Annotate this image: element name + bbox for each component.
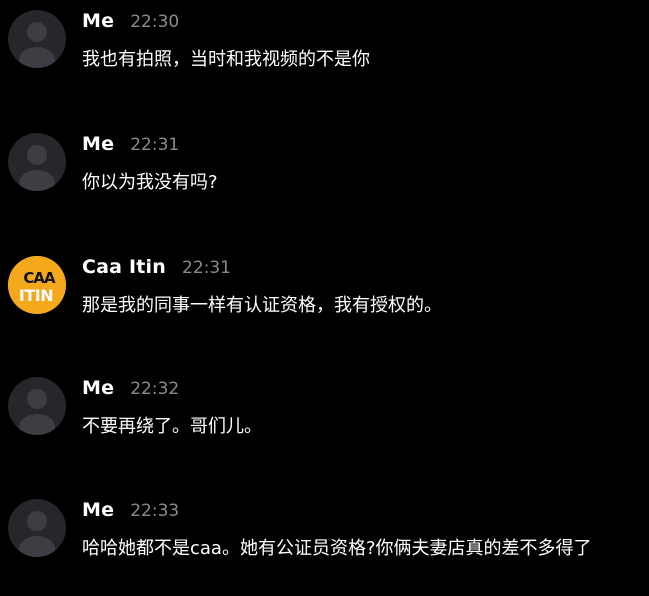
caa-itin-logo-icon: CAA ITIN	[8, 256, 66, 314]
svg-text:CAA: CAA	[23, 269, 56, 287]
svg-text:ITIN: ITIN	[19, 286, 53, 305]
message-timestamp: 22:31	[182, 258, 231, 278]
message-text: 不要再绕了。哥们儿。	[82, 416, 262, 437]
sender-name[interactable]: Me	[82, 499, 114, 521]
message-timestamp: 22:30	[130, 12, 180, 32]
message-timestamp: 22:31	[130, 135, 180, 155]
sender-name[interactable]: Me	[82, 377, 114, 399]
avatar[interactable]	[8, 133, 66, 191]
sender-name[interactable]: Me	[82, 133, 114, 155]
avatar[interactable]: CAA ITIN	[8, 256, 66, 314]
message-text: 你以为我没有吗?	[82, 172, 218, 193]
avatar[interactable]	[8, 499, 66, 557]
sender-name[interactable]: Me	[82, 10, 114, 32]
avatar[interactable]	[8, 10, 66, 68]
default-user-icon	[19, 511, 55, 557]
default-user-icon	[19, 145, 55, 191]
message-header: Caa Itin 22:31	[82, 256, 231, 286]
default-user-icon	[19, 22, 55, 68]
message-header: Me 22:30	[82, 10, 179, 40]
message-timestamp: 22:33	[130, 501, 180, 521]
message-text: 那是我的同事一样有认证资格，我有授权的。	[82, 295, 442, 316]
sender-name[interactable]: Caa Itin	[82, 256, 166, 278]
message-header: Me 22:31	[82, 133, 179, 163]
default-user-icon	[19, 389, 55, 435]
chat-message-list: Me 22:30 我也有拍照，当时和我视频的不是你 Me 22:31 你以为我没…	[0, 0, 649, 596]
message-timestamp: 22:32	[130, 379, 180, 399]
message-text: 我也有拍照，当时和我视频的不是你	[82, 49, 370, 70]
message-text: 哈哈她都不是caa。她有公证员资格?你俩夫妻店真的差不多得了	[82, 538, 592, 559]
message-header: Me 22:33	[82, 499, 179, 529]
message-header: Me 22:32	[82, 377, 179, 407]
avatar[interactable]	[8, 377, 66, 435]
